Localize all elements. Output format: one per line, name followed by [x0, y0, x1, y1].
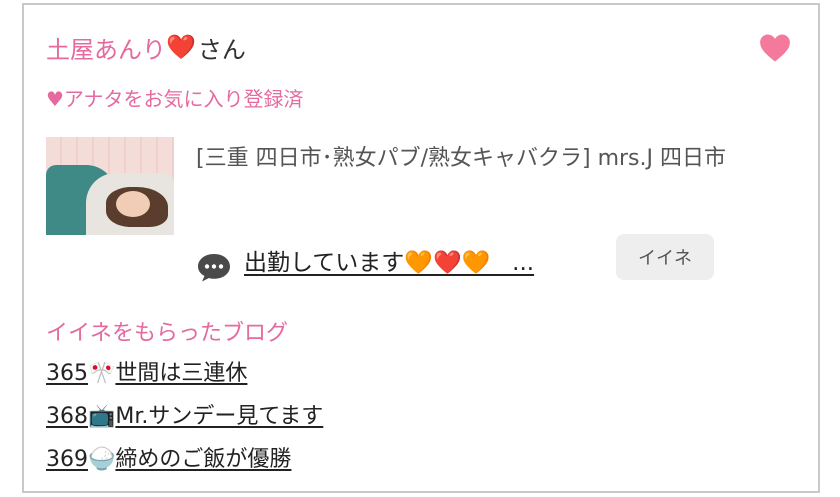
list-item: 369🍚締めのご飯が優勝 [46, 441, 323, 484]
favorite-status-text: ♥アナタをお気に入り登録済 [46, 87, 304, 111]
blog-link[interactable]: 368📺Mr.サンデー見てます [46, 404, 323, 429]
list-item: 368📺Mr.サンデー見てます [46, 398, 323, 441]
list-item: 365🎌世間は三連休 [46, 355, 323, 398]
liked-blogs-heading: イイネをもらったブログ [46, 321, 289, 346]
rice-bowl-emoji-icon: 🍚 [88, 447, 116, 472]
profile-card: 土屋あんり ❤️ さん ♥アナタをお気に入り登録済 [三重 四日市･熟女パブ/熟… [22, 3, 820, 493]
honorific-suffix: さん [197, 35, 246, 64]
liked-blogs-list: 365🎌世間は三連休 368📺Mr.サンデー見てます 369🍚締めのご飯が優勝 [46, 355, 323, 484]
shop-title[interactable]: [三重 四日市･熟女パブ/熟女キャバクラ] mrs.J 四日市 [196, 139, 796, 179]
blog-link[interactable]: 365🎌世間は三連休 [46, 361, 247, 386]
profile-thumbnail[interactable] [46, 137, 174, 235]
flags-emoji-icon: 🎌 [88, 361, 116, 386]
blog-title: 世間は三連休 [115, 361, 248, 386]
blog-title: Mr.サンデー見てます [115, 404, 324, 429]
blog-title: 締めのご飯が優勝 [115, 447, 292, 472]
speech-bubble-icon [198, 254, 230, 282]
profile-name[interactable]: 土屋あんり [46, 30, 166, 65]
television-emoji-icon: 📺 [88, 404, 116, 429]
blog-number: 365 [46, 361, 88, 386]
blog-link[interactable]: 369🍚締めのご飯が優勝 [46, 447, 291, 472]
blog-number: 369 [46, 447, 88, 472]
favorite-heart-icon[interactable] [758, 31, 792, 65]
profile-header: 土屋あんり ❤️ さん [46, 27, 246, 67]
like-button[interactable]: イイネ [616, 234, 714, 280]
blog-number: 368 [46, 404, 88, 429]
work-status-link[interactable]: 出勤しています🧡❤️🧡 ... [244, 243, 534, 277]
heart-emoji-icon: ❤️ [166, 33, 196, 61]
